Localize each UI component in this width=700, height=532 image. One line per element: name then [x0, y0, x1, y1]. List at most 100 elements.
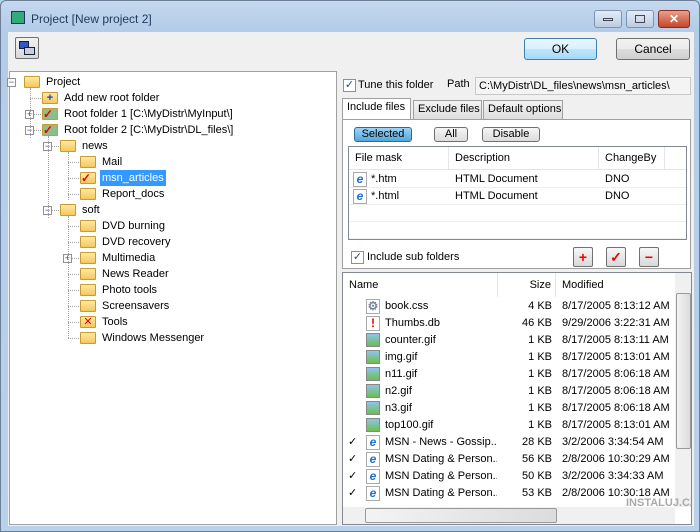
folder-tree[interactable]: Project − + Add new root folder ✓ Root folder… — [7, 71, 337, 525]
html-file-icon: e — [353, 189, 367, 204]
file-modified: 9/29/2006 3:22:31 AM — [562, 317, 670, 329]
project-window: Project [New project 2] ✕ OK Cancel Proj… — [0, 0, 700, 532]
folder-icon — [80, 252, 96, 264]
toolbar-switch-view-button[interactable] — [15, 37, 39, 59]
tree-node-label: Project — [46, 76, 81, 88]
close-button[interactable]: ✕ — [658, 10, 690, 28]
file-size: 28 KB — [522, 436, 552, 448]
folder-icon — [80, 268, 96, 280]
tab-exclude-files[interactable]: Exclude files — [413, 100, 482, 119]
file-row[interactable]: ⚙ book.css 4 KB 8/17/2005 8:13:12 AM — [343, 298, 675, 315]
folder-check-icon: ✓ — [80, 172, 96, 184]
file-row[interactable]: ✓ e MSN Dating & Person... 56 KB 2/8/2006 10… — [343, 451, 675, 468]
header-changeby[interactable]: ChangeBy — [599, 147, 665, 169]
folder-icon — [60, 140, 76, 152]
tune-folder-checkbox[interactable]: ✓ — [343, 79, 356, 92]
tree-connector — [68, 178, 79, 179]
tree-node-label: Windows Messenger — [102, 332, 205, 344]
header-file-mask[interactable]: File mask — [349, 147, 449, 169]
file-size: 1 KB — [528, 351, 552, 363]
tune-folder-label: Tune this folder — [358, 79, 434, 91]
file-name: MSN - News - Gossip... — [385, 436, 497, 448]
tree-guide — [68, 152, 69, 200]
header-size[interactable]: Size — [498, 273, 556, 297]
header-name[interactable]: Name — [343, 273, 498, 297]
mask-row-empty — [349, 222, 686, 239]
minimize-button[interactable] — [594, 10, 622, 28]
header-description[interactable]: Description — [449, 147, 599, 169]
add-mask-button[interactable]: + — [573, 247, 593, 267]
mode-selected-button[interactable]: Selected — [354, 127, 412, 142]
tab-default-options[interactable]: Default options — [483, 100, 563, 119]
ok-button[interactable]: OK — [524, 38, 597, 60]
file-row[interactable]: top100.gif 1 KB 8/17/2005 8:13:01 AM — [343, 417, 675, 434]
include-subfolders-checkbox[interactable]: ✓ — [351, 251, 364, 264]
file-row[interactable]: n3.gif 1 KB 8/17/2005 8:06:18 AM — [343, 400, 675, 417]
include-subfolders-label: Include sub folders — [367, 251, 460, 263]
mask-row[interactable]: e *.htm HTML Document DNO — [349, 171, 686, 188]
remove-mask-button[interactable]: − — [639, 247, 659, 267]
maximize-icon — [635, 15, 645, 23]
tree-connector — [68, 242, 79, 243]
html-file-icon: e — [366, 486, 380, 501]
tree-node-label: Multimedia — [102, 252, 156, 264]
cancel-button[interactable]: Cancel — [616, 38, 690, 60]
file-modified: 8/17/2005 8:06:18 AM — [562, 368, 670, 380]
horizontal-scrollbar[interactable] — [343, 507, 675, 524]
horizontal-scroll-thumb[interactable] — [365, 508, 557, 523]
file-row[interactable]: ! Thumbs.db 46 KB 9/29/2006 3:22:31 AM — [343, 315, 675, 332]
root-folder-check-icon: ✓ — [42, 108, 58, 120]
tree-node-label: News Reader — [102, 268, 169, 280]
tree-node-label: DVD burning — [102, 220, 165, 232]
mask-description: HTML Document — [455, 190, 538, 202]
tree-expander-minus[interactable]: − — [7, 78, 16, 87]
folder-icon — [24, 76, 40, 88]
file-row[interactable]: img.gif 1 KB 8/17/2005 8:13:01 AM — [343, 349, 675, 366]
folder-icon — [80, 332, 96, 344]
file-row[interactable]: ✓ e MSN - News - Gossip... 28 KB 3/2/2006 3:… — [343, 434, 675, 451]
file-row[interactable]: ✓ e MSN Dating & Person... 50 KB 3/2/2006 3:… — [343, 468, 675, 485]
mask-row[interactable]: e *.html HTML Document DNO — [349, 188, 686, 205]
mask-description: HTML Document — [455, 173, 538, 185]
mask-changeby: DNO — [605, 173, 630, 185]
window-icon-back — [24, 47, 35, 55]
file-size: 56 KB — [522, 453, 552, 465]
file-name: counter.gif — [385, 334, 436, 346]
tree-connector — [68, 194, 79, 195]
html-file-icon: e — [366, 469, 380, 484]
image-file-icon — [366, 333, 380, 347]
vertical-scrollbar[interactable] — [675, 273, 691, 507]
file-name: top100.gif — [385, 419, 434, 431]
mode-disable-button[interactable]: Disable — [482, 127, 540, 142]
checkmark-icon: ✓ — [348, 453, 358, 465]
file-row[interactable]: n2.gif 1 KB 8/17/2005 8:06:18 AM — [343, 383, 675, 400]
file-modified: 8/17/2005 8:13:11 AM — [562, 334, 669, 346]
tree-connector — [68, 226, 79, 227]
file-list[interactable]: Name Size Modified ⚙ book.css 4 KB 8/17/200… — [342, 272, 692, 525]
add-folder-icon: + — [42, 92, 58, 104]
image-file-icon — [366, 384, 380, 398]
mask-pattern: *.htm — [371, 173, 397, 185]
tab-include-files[interactable]: Include files — [342, 98, 411, 120]
file-mask-list[interactable]: File mask Description ChangeBy e *.htm HTM… — [348, 146, 687, 240]
file-row[interactable]: counter.gif 1 KB 8/17/2005 8:13:11 AM — [343, 332, 675, 349]
file-modified: 8/17/2005 8:13:12 AM — [562, 300, 670, 312]
path-field[interactable]: C:\MyDistr\DL_files\news\msn_articles\ — [475, 77, 691, 95]
folder-icon — [80, 220, 96, 232]
tree-connector — [68, 338, 79, 339]
folder-icon — [60, 204, 76, 216]
file-row[interactable]: n11.gif 1 KB 8/17/2005 8:06:18 AM — [343, 366, 675, 383]
tree-node-label: news — [82, 140, 108, 152]
image-file-icon — [366, 367, 380, 381]
image-file-icon — [366, 418, 380, 432]
html-file-icon: e — [366, 452, 380, 467]
tree-node-label: msn_articles — [100, 170, 166, 186]
vertical-scroll-thumb[interactable] — [676, 293, 691, 449]
edit-mask-button[interactable]: ✓ — [606, 247, 626, 267]
minimize-icon — [603, 18, 613, 21]
maximize-button[interactable] — [626, 10, 654, 28]
mode-all-button[interactable]: All — [434, 127, 468, 142]
header-modified[interactable]: Modified — [556, 273, 676, 297]
file-size: 46 KB — [522, 317, 552, 329]
tree-node-label: Report_docs — [102, 188, 165, 200]
